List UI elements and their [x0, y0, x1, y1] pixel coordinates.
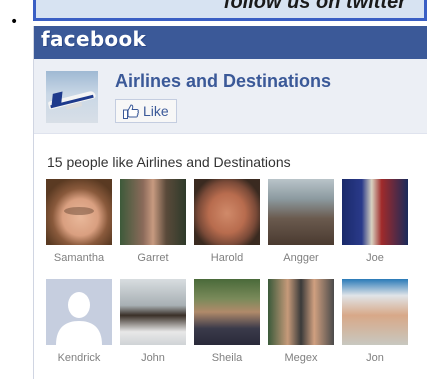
default-avatar-icon	[56, 292, 102, 345]
twitter-banner-text: follow us on twitter	[223, 0, 406, 13]
like-label: Like	[143, 103, 169, 119]
fan-name: Samantha	[53, 252, 105, 264]
page-title[interactable]: Airlines and Destinations	[115, 71, 331, 92]
fan-avatar[interactable]	[268, 179, 334, 245]
fans-count-text: 15 people like Airlines and Destinations	[47, 154, 291, 170]
fan-name: Harold	[210, 252, 244, 264]
fan-avatar[interactable]	[194, 279, 260, 345]
twitter-banner[interactable]: follow us on twitter	[33, 0, 427, 21]
fan-name: Jon	[366, 352, 384, 364]
page-info: Airlines and Destinations Like	[34, 59, 427, 134]
fan-name: Sheila	[211, 352, 243, 364]
fan-avatar[interactable]	[120, 279, 186, 345]
fan-name: Kendrick	[57, 352, 101, 364]
fan-avatar[interactable]	[194, 179, 260, 245]
fan-item[interactable]: Angger	[268, 179, 334, 264]
fan-item[interactable]: John	[120, 279, 186, 364]
page-thumbnail[interactable]	[46, 71, 98, 123]
fan-item[interactable]: Sheila	[194, 279, 260, 364]
fan-avatar[interactable]	[46, 179, 112, 245]
fan-avatar[interactable]	[268, 279, 334, 345]
fan-item[interactable]: Joe	[342, 179, 408, 264]
fan-item[interactable]: Harold	[194, 179, 260, 264]
fan-item[interactable]: Garret	[120, 179, 186, 264]
fan-item[interactable]: Kendrick	[46, 279, 112, 364]
fan-item[interactable]: Jon	[342, 279, 408, 364]
fan-avatar[interactable]	[120, 179, 186, 245]
fan-avatar[interactable]	[342, 179, 408, 245]
fan-name: Joe	[366, 252, 384, 264]
facebook-like-box: facebook Airlines and Destinations Like …	[33, 26, 427, 379]
fan-name: John	[141, 352, 165, 364]
fan-name: Garret	[137, 252, 169, 264]
thumbs-up-icon	[123, 103, 139, 119]
avatar-detail	[64, 207, 94, 215]
fan-avatar[interactable]	[342, 279, 408, 345]
fan-item[interactable]: Megex	[268, 279, 334, 364]
fan-item[interactable]: Samantha	[46, 179, 112, 264]
facebook-logo[interactable]: facebook	[41, 27, 146, 51]
fan-avatar[interactable]	[46, 279, 112, 345]
fan-name: Megex	[284, 352, 318, 364]
like-button[interactable]: Like	[115, 99, 177, 123]
fan-name: Angger	[283, 252, 319, 264]
list-bullet: •	[10, 14, 19, 30]
facebook-header: facebook	[34, 26, 427, 59]
